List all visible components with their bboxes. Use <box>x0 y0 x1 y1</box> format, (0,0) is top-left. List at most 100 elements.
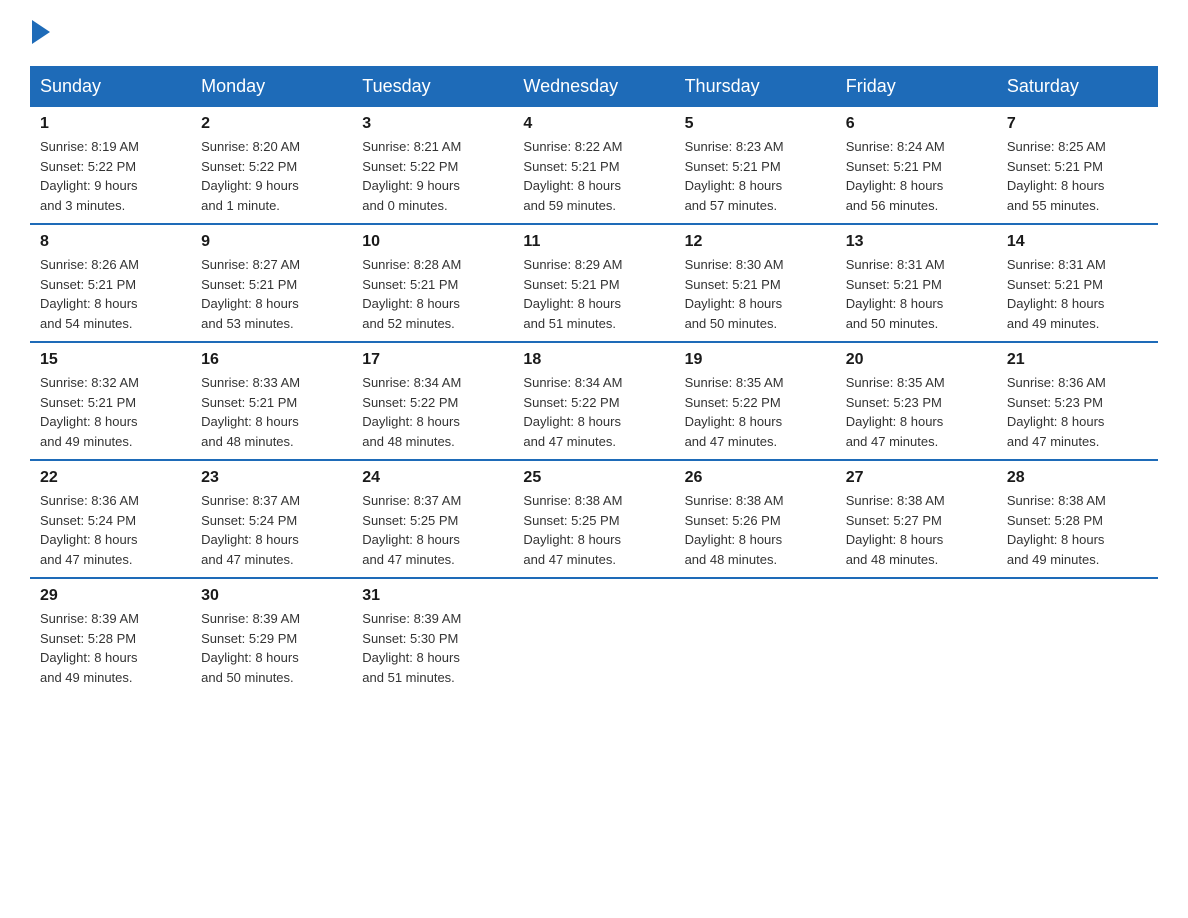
day-info: Sunrise: 8:34 AMSunset: 5:22 PMDaylight:… <box>523 373 664 451</box>
day-number: 5 <box>685 115 826 133</box>
header-wednesday: Wednesday <box>513 66 674 107</box>
day-info: Sunrise: 8:37 AMSunset: 5:24 PMDaylight:… <box>201 491 342 569</box>
day-number: 22 <box>40 469 181 487</box>
day-number: 2 <box>201 115 342 133</box>
day-info: Sunrise: 8:37 AMSunset: 5:25 PMDaylight:… <box>362 491 503 569</box>
day-info: Sunrise: 8:35 AMSunset: 5:23 PMDaylight:… <box>846 373 987 451</box>
day-number: 23 <box>201 469 342 487</box>
table-row: 21 Sunrise: 8:36 AMSunset: 5:23 PMDayligh… <box>997 342 1158 460</box>
table-row: 5Sunrise: 8:23 AMSunset: 5:21 PMDaylight… <box>675 107 836 224</box>
day-number: 29 <box>40 587 181 605</box>
day-info: Sunrise: 8:25 AMSunset: 5:21 PMDaylight:… <box>1007 137 1148 215</box>
day-number: 20 <box>846 351 987 369</box>
weekday-header-row: Sunday Monday Tuesday Wednesday Thursday… <box>30 66 1158 107</box>
day-info: Sunrise: 8:22 AMSunset: 5:21 PMDaylight:… <box>523 137 664 215</box>
table-row: 13Sunrise: 8:31 AMSunset: 5:21 PMDayligh… <box>836 224 997 342</box>
header-sunday: Sunday <box>30 66 191 107</box>
table-row: 16Sunrise: 8:33 AMSunset: 5:21 PMDayligh… <box>191 342 352 460</box>
table-row: 8 Sunrise: 8:26 AMSunset: 5:21 PMDaylight… <box>30 224 191 342</box>
table-row: 24 Sunrise: 8:37 AMSunset: 5:25 PMDayligh… <box>352 460 513 578</box>
day-info: Sunrise: 8:35 AMSunset: 5:22 PMDaylight:… <box>685 373 826 451</box>
table-row: 2 Sunrise: 8:20 AMSunset: 5:22 PMDaylight… <box>191 107 352 224</box>
day-number: 10 <box>362 233 503 251</box>
table-row <box>513 578 674 695</box>
day-info: Sunrise: 8:21 AMSunset: 5:22 PMDaylight:… <box>362 137 503 215</box>
day-info: Sunrise: 8:30 AMSunset: 5:21 PMDaylight:… <box>685 255 826 333</box>
table-row: 14 Sunrise: 8:31 AMSunset: 5:21 PMDayligh… <box>997 224 1158 342</box>
day-info: Sunrise: 8:39 AMSunset: 5:30 PMDaylight:… <box>362 609 503 687</box>
day-info: Sunrise: 8:20 AMSunset: 5:22 PMDaylight:… <box>201 137 342 215</box>
table-row: 27 Sunrise: 8:38 AMSunset: 5:27 PMDayligh… <box>836 460 997 578</box>
day-info: Sunrise: 8:32 AMSunset: 5:21 PMDaylight:… <box>40 373 181 451</box>
calendar-week-row: 1 Sunrise: 8:19 AMSunset: 5:22 PMDaylight… <box>30 107 1158 224</box>
day-number: 11 <box>523 233 664 251</box>
table-row: 26 Sunrise: 8:38 AMSunset: 5:26 PMDayligh… <box>675 460 836 578</box>
header-friday: Friday <box>836 66 997 107</box>
header-thursday: Thursday <box>675 66 836 107</box>
day-info: Sunrise: 8:24 AMSunset: 5:21 PMDaylight:… <box>846 137 987 215</box>
table-row: 31 Sunrise: 8:39 AMSunset: 5:30 PMDayligh… <box>352 578 513 695</box>
table-row: 29 Sunrise: 8:39 AMSunset: 5:28 PMDayligh… <box>30 578 191 695</box>
table-row: 1 Sunrise: 8:19 AMSunset: 5:22 PMDaylight… <box>30 107 191 224</box>
day-info: Sunrise: 8:33 AMSunset: 5:21 PMDaylight:… <box>201 373 342 451</box>
table-row: 20 Sunrise: 8:35 AMSunset: 5:23 PMDayligh… <box>836 342 997 460</box>
table-row <box>836 578 997 695</box>
day-number: 13 <box>846 233 987 251</box>
table-row: 19Sunrise: 8:35 AMSunset: 5:22 PMDayligh… <box>675 342 836 460</box>
day-number: 28 <box>1007 469 1148 487</box>
table-row <box>675 578 836 695</box>
day-info: Sunrise: 8:39 AMSunset: 5:28 PMDaylight:… <box>40 609 181 687</box>
calendar-week-row: 22 Sunrise: 8:36 AMSunset: 5:24 PMDayligh… <box>30 460 1158 578</box>
day-info: Sunrise: 8:38 AMSunset: 5:28 PMDaylight:… <box>1007 491 1148 569</box>
day-info: Sunrise: 8:36 AMSunset: 5:23 PMDaylight:… <box>1007 373 1148 451</box>
day-number: 14 <box>1007 233 1148 251</box>
day-number: 31 <box>362 587 503 605</box>
table-row: 11 Sunrise: 8:29 AMSunset: 5:21 PMDayligh… <box>513 224 674 342</box>
page-header <box>30 20 1158 46</box>
day-number: 7 <box>1007 115 1148 133</box>
day-number: 26 <box>685 469 826 487</box>
table-row: 23 Sunrise: 8:37 AMSunset: 5:24 PMDayligh… <box>191 460 352 578</box>
table-row: 10 Sunrise: 8:28 AMSunset: 5:21 PMDayligh… <box>352 224 513 342</box>
calendar-week-row: 29 Sunrise: 8:39 AMSunset: 5:28 PMDayligh… <box>30 578 1158 695</box>
day-info: Sunrise: 8:27 AMSunset: 5:21 PMDaylight:… <box>201 255 342 333</box>
day-info: Sunrise: 8:34 AMSunset: 5:22 PMDaylight:… <box>362 373 503 451</box>
day-info: Sunrise: 8:38 AMSunset: 5:26 PMDaylight:… <box>685 491 826 569</box>
day-number: 12 <box>685 233 826 251</box>
day-number: 30 <box>201 587 342 605</box>
table-row: 30 Sunrise: 8:39 AMSunset: 5:29 PMDayligh… <box>191 578 352 695</box>
day-number: 3 <box>362 115 503 133</box>
day-info: Sunrise: 8:31 AMSunset: 5:21 PMDaylight:… <box>1007 255 1148 333</box>
header-monday: Monday <box>191 66 352 107</box>
day-number: 17 <box>362 351 503 369</box>
day-info: Sunrise: 8:38 AMSunset: 5:25 PMDaylight:… <box>523 491 664 569</box>
table-row: 9Sunrise: 8:27 AMSunset: 5:21 PMDaylight… <box>191 224 352 342</box>
day-info: Sunrise: 8:28 AMSunset: 5:21 PMDaylight:… <box>362 255 503 333</box>
day-number: 4 <box>523 115 664 133</box>
day-number: 21 <box>1007 351 1148 369</box>
table-row: 22 Sunrise: 8:36 AMSunset: 5:24 PMDayligh… <box>30 460 191 578</box>
day-number: 8 <box>40 233 181 251</box>
day-info: Sunrise: 8:39 AMSunset: 5:29 PMDaylight:… <box>201 609 342 687</box>
day-number: 27 <box>846 469 987 487</box>
day-info: Sunrise: 8:26 AMSunset: 5:21 PMDaylight:… <box>40 255 181 333</box>
table-row: 6Sunrise: 8:24 AMSunset: 5:21 PMDaylight… <box>836 107 997 224</box>
logo-arrow-icon <box>32 20 50 44</box>
table-row: 3 Sunrise: 8:21 AMSunset: 5:22 PMDaylight… <box>352 107 513 224</box>
day-info: Sunrise: 8:38 AMSunset: 5:27 PMDaylight:… <box>846 491 987 569</box>
table-row: 28 Sunrise: 8:38 AMSunset: 5:28 PMDayligh… <box>997 460 1158 578</box>
table-row: 25 Sunrise: 8:38 AMSunset: 5:25 PMDayligh… <box>513 460 674 578</box>
day-number: 1 <box>40 115 181 133</box>
day-number: 24 <box>362 469 503 487</box>
table-row: 18Sunrise: 8:34 AMSunset: 5:22 PMDayligh… <box>513 342 674 460</box>
calendar-week-row: 15Sunrise: 8:32 AMSunset: 5:21 PMDayligh… <box>30 342 1158 460</box>
table-row: 12 Sunrise: 8:30 AMSunset: 5:21 PMDayligh… <box>675 224 836 342</box>
table-row: 7 Sunrise: 8:25 AMSunset: 5:21 PMDaylight… <box>997 107 1158 224</box>
header-tuesday: Tuesday <box>352 66 513 107</box>
header-saturday: Saturday <box>997 66 1158 107</box>
calendar-week-row: 8 Sunrise: 8:26 AMSunset: 5:21 PMDaylight… <box>30 224 1158 342</box>
day-info: Sunrise: 8:29 AMSunset: 5:21 PMDaylight:… <box>523 255 664 333</box>
day-number: 25 <box>523 469 664 487</box>
day-info: Sunrise: 8:19 AMSunset: 5:22 PMDaylight:… <box>40 137 181 215</box>
day-info: Sunrise: 8:36 AMSunset: 5:24 PMDaylight:… <box>40 491 181 569</box>
